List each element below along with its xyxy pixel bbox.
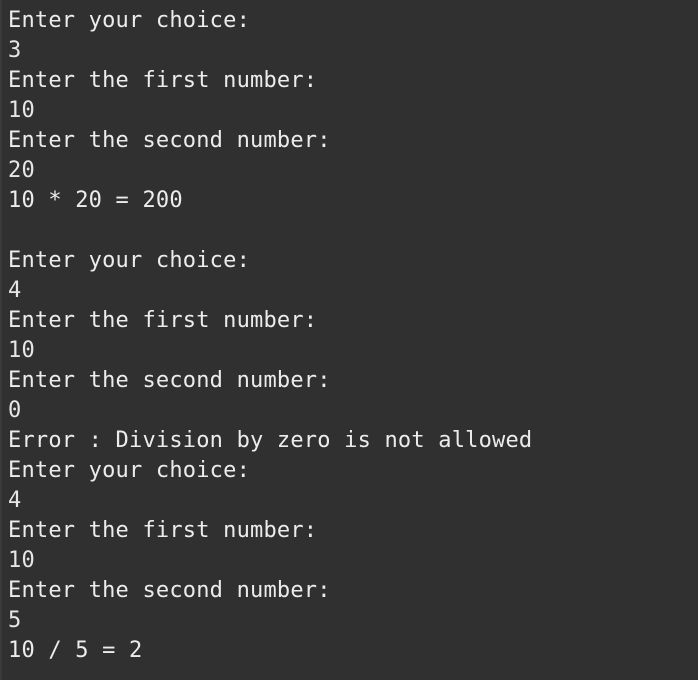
terminal-line: 0 [8, 398, 22, 423]
terminal-line: 10 [8, 338, 35, 363]
terminal-line: 5 [8, 608, 22, 633]
terminal-line: Error : Division by zero is not allowed [8, 428, 533, 453]
terminal-line: 4 [8, 488, 22, 513]
terminal-line: 10 / 5 = 2 [8, 638, 143, 663]
terminal-line: 10 * 20 = 200 [8, 188, 183, 213]
terminal-line: Enter your choice: [8, 248, 251, 273]
terminal-window[interactable]: Enter your choice: 3 Enter the first num… [0, 0, 698, 680]
terminal-line: 3 [8, 38, 22, 63]
terminal-line: Enter the first number: [8, 68, 318, 93]
terminal-line: Enter your choice: [8, 458, 251, 483]
terminal-line: 4 [8, 278, 22, 303]
terminal-line: Enter the first number: [8, 518, 318, 543]
terminal-line: Enter your choice: [8, 8, 251, 33]
terminal-line: 10 [8, 98, 35, 123]
terminal-line: 20 [8, 158, 35, 183]
terminal-line: 10 [8, 548, 35, 573]
terminal-line: Enter the second number: [8, 368, 331, 393]
terminal-line: Enter the first number: [8, 308, 318, 333]
terminal-line: Enter the second number: [8, 578, 331, 603]
terminal-line: Enter the second number: [8, 128, 331, 153]
